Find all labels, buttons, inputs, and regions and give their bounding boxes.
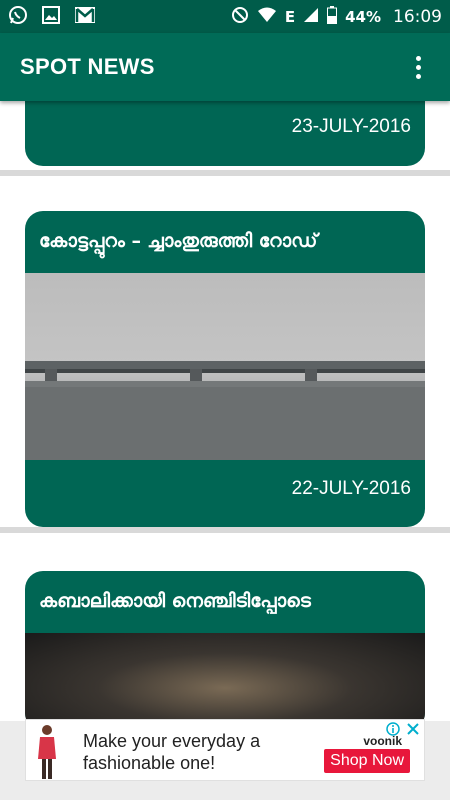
app-bar: SPOT NEWS <box>0 33 450 101</box>
ad-text-line: fashionable one! <box>83 753 216 773</box>
adchoices-icon[interactable] <box>384 720 402 738</box>
news-date: 22-JULY-2016 <box>291 478 411 499</box>
ad-text-line: Make your everyday a <box>83 731 261 751</box>
network-type: E <box>284 7 296 26</box>
news-photo <box>25 633 425 721</box>
app-title: SPOT NEWS <box>20 54 155 79</box>
wifi-icon <box>257 7 277 27</box>
overflow-menu-icon[interactable] <box>406 52 430 82</box>
news-title: കോട്ടപ്പുറം – ച്ചാംതുരുത്തി റോഡ് <box>39 230 318 252</box>
news-feed[interactable]: 23-JULY-2016 കോട്ടപ്പുറം – ച്ചാംതുരുത്തി… <box>0 101 450 721</box>
news-photo <box>25 273 425 460</box>
news-card[interactable]: കബാലിക്കായി നെഞ്ചിടിപ്പോടെ <box>25 571 425 721</box>
clock: 16:09 <box>393 6 442 27</box>
gmail-icon <box>74 6 96 28</box>
news-card[interactable]: 23-JULY-2016 <box>25 101 425 166</box>
shop-now-button[interactable]: Shop Now <box>324 749 410 773</box>
image-icon <box>42 5 60 28</box>
block-icon <box>231 6 249 28</box>
signal-icon <box>303 7 319 27</box>
battery-level: 44% <box>345 7 381 26</box>
close-icon[interactable] <box>404 720 422 738</box>
news-date: 23-JULY-2016 <box>291 116 411 137</box>
whatsapp-icon <box>8 5 28 29</box>
ad-model-image <box>38 725 56 779</box>
ad-banner[interactable]: Make your everyday a fashionable one! vo… <box>25 719 425 781</box>
news-title: കബാലിക്കായി നെഞ്ചിടിപ്പോടെ <box>39 590 311 612</box>
battery-icon <box>327 5 338 28</box>
ad-text: Make your everyday a fashionable one! <box>83 730 260 774</box>
status-bar: E 44% 16:09 <box>0 0 450 33</box>
news-card[interactable]: കോട്ടപ്പുറം – ച്ചാംതുരുത്തി റോഡ് 22-JULY… <box>25 211 425 527</box>
